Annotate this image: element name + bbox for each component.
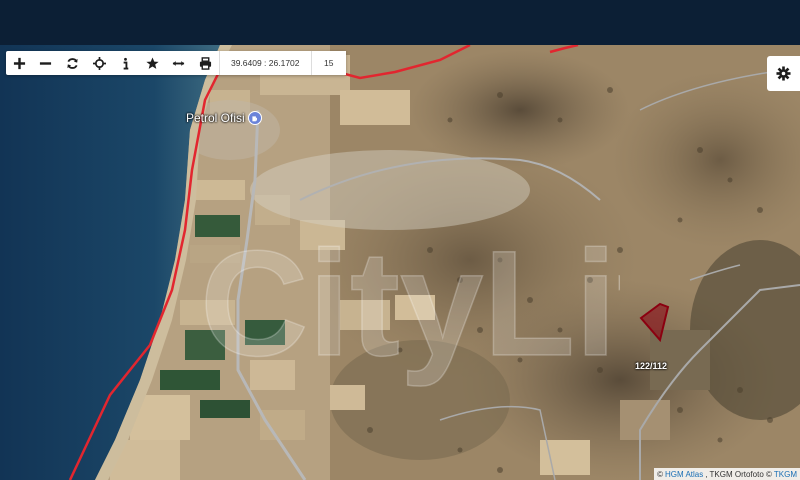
minus-icon [40,61,52,65]
zoom-out-button[interactable] [33,51,60,75]
poi-marker[interactable]: Petrol Ofisi [186,111,262,125]
parcel-label[interactable]: 122/112 [635,361,667,371]
info-icon [123,57,129,70]
fuel-pin-icon[interactable] [247,111,262,125]
tkgm-link[interactable]: TKGM [774,470,797,479]
info-button[interactable] [112,51,139,75]
poi-label: Petrol Ofisi [186,111,245,125]
print-button[interactable] [192,51,219,75]
locate-button[interactable] [86,51,113,75]
measure-icon [173,60,185,66]
refresh-icon [67,57,78,69]
hgm-atlas-link[interactable]: HGM Atlas [665,470,703,479]
zoom-level-display[interactable]: 15 [310,51,346,75]
top-bar [0,0,800,45]
map-toolbar: 39.6409 : 26.1702 15 [6,51,346,75]
coordinates-display: 39.6409 : 26.1702 [218,51,311,75]
gear-icon [776,66,791,81]
attribution-middle: , TKGM Ortofoto © [705,469,772,479]
map-attribution: © HGM Atlas , TKGM Ortofoto © TKGM [654,468,800,480]
star-icon [146,56,159,69]
refresh-button[interactable] [59,51,86,75]
crosshair-icon [92,56,106,70]
map-view[interactable]: CityLife 122/112 [0,45,800,480]
favorite-button[interactable] [139,51,166,75]
plus-icon [13,57,25,69]
satellite-imagery [0,45,800,480]
measure-button[interactable] [166,51,193,75]
settings-button[interactable] [767,56,800,91]
attribution-prefix: © [657,469,663,479]
zoom-in-button[interactable] [6,51,33,75]
print-icon [199,56,212,70]
